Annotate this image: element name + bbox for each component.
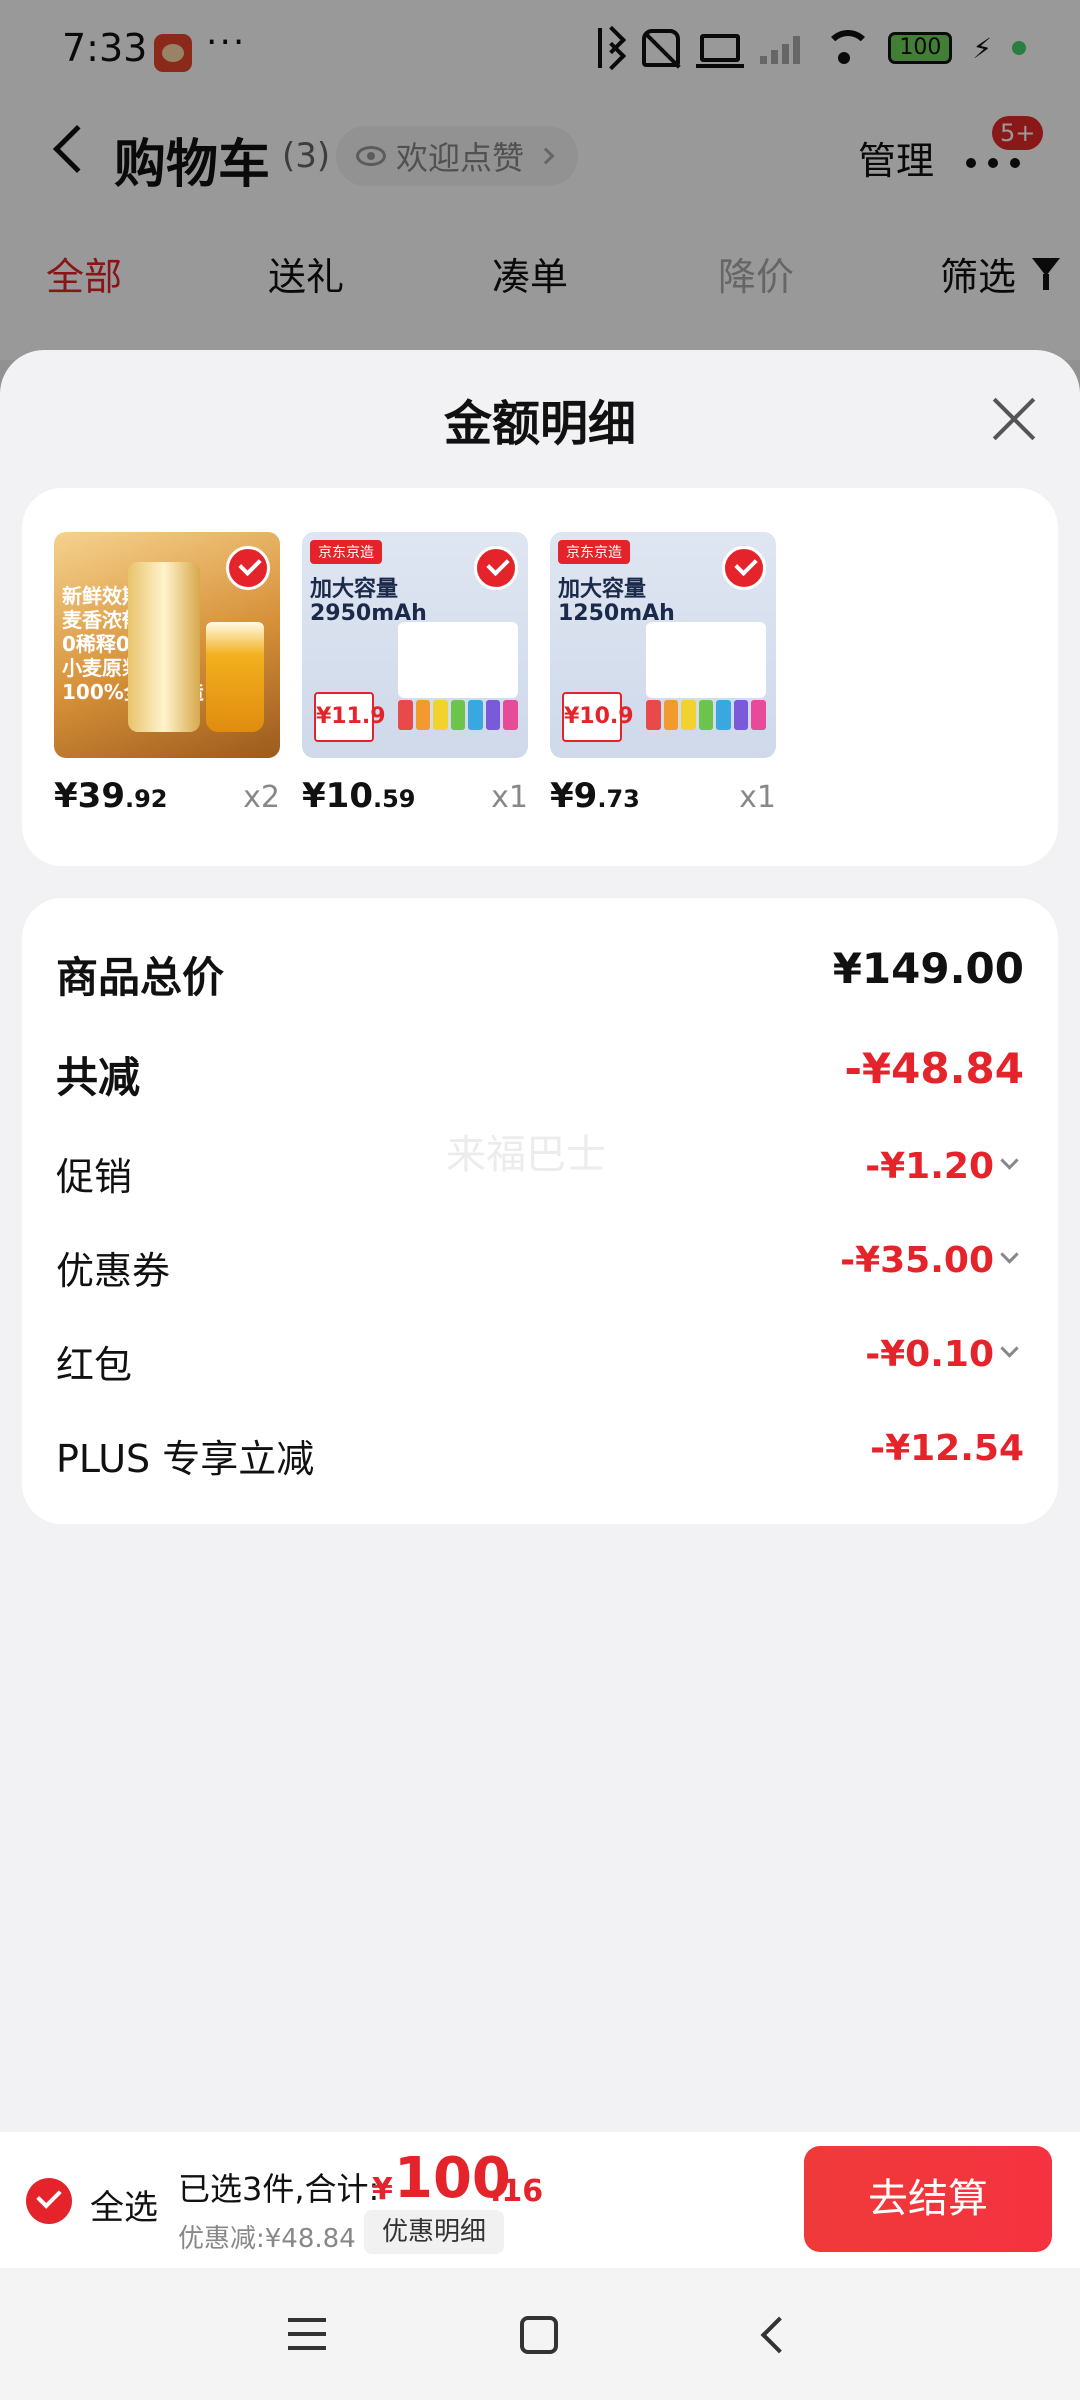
- red-packet-label: 红包: [56, 1343, 133, 1387]
- system-nav-bar: [0, 2268, 1080, 2400]
- select-all-label[interactable]: 全选: [90, 2180, 158, 2229]
- product-image: 京东京造 加大容量 2950mAh ¥11.9: [302, 532, 528, 758]
- product-price: ¥10.59: [302, 776, 416, 816]
- discount-details-button[interactable]: 优惠明细: [364, 2210, 505, 2254]
- price-summary-card: 商品总价 ¥149.00 共减 -¥48.84 来福巴士 促销 -¥1.20 优…: [22, 898, 1058, 1524]
- selected-check-icon: [722, 546, 766, 590]
- checkout-button[interactable]: 去结算: [804, 2146, 1052, 2252]
- back-nav-icon[interactable]: [760, 2316, 798, 2354]
- price-decimal: .59: [372, 785, 416, 813]
- selected-check-icon: [226, 546, 270, 590]
- beer-can-icon: [128, 562, 200, 732]
- checkout-bar: 全选 已选3件,合计: ¥ 100 .16 优惠减:¥48.84 优惠明细 去结…: [0, 2132, 1080, 2268]
- recent-apps-icon[interactable]: [288, 2318, 326, 2350]
- battery-box-icon: [398, 622, 518, 698]
- plus-discount-row: PLUS 专享立减 -¥12.54: [56, 1428, 1024, 1488]
- coupon-label: 优惠券: [56, 1249, 171, 1293]
- discount-summary: 优惠减:¥48.84: [178, 2224, 356, 2254]
- battery-cells-icon: [646, 700, 767, 730]
- promotion-amount: -¥1.20: [865, 1146, 994, 1187]
- coupon-row[interactable]: 优惠券 -¥35.00: [56, 1240, 1024, 1300]
- product-image-text: 加大容量 2950mAh: [310, 577, 427, 626]
- price-integer: ¥39: [54, 776, 125, 816]
- plus-discount-label: PLUS 专享立减: [56, 1437, 315, 1481]
- plus-discount-amount: -¥12.54: [870, 1428, 1024, 1469]
- coupon-amount: -¥35.00: [840, 1240, 994, 1281]
- goods-total-row: 商品总价 ¥149.00: [56, 944, 1024, 1004]
- product-item[interactable]: 新鲜效期 麦香浓郁 0稀释0勾兑 小麦原浆13°P 100%全麦酿造 ¥39.9…: [54, 532, 280, 816]
- product-image: 新鲜效期 麦香浓郁 0稀释0勾兑 小麦原浆13°P 100%全麦酿造: [54, 532, 280, 758]
- product-item[interactable]: 京东京造 加大容量 1250mAh ¥10.9 ¥9.73 x1: [550, 532, 776, 816]
- total-reduction-amount: -¥48.84: [844, 1044, 1024, 1093]
- brand-label: 京东京造: [558, 540, 630, 564]
- product-image: 京东京造 加大容量 1250mAh ¥10.9: [550, 532, 776, 758]
- chevron-down-icon[interactable]: [1000, 1339, 1019, 1358]
- red-packet-row[interactable]: 红包 -¥0.10: [56, 1334, 1024, 1394]
- sheet-title: 金额明细: [443, 396, 636, 452]
- price-decimal: .92: [124, 785, 168, 813]
- promotion-row[interactable]: 促销 -¥1.20: [56, 1146, 1024, 1206]
- close-icon[interactable]: [990, 396, 1036, 442]
- goods-total-label: 商品总价: [56, 953, 225, 1002]
- total-reduction-label: 共减: [56, 1053, 141, 1102]
- battery-box-icon: [646, 622, 766, 698]
- product-image-text: 加大容量 1250mAh: [558, 577, 675, 626]
- chevron-down-icon[interactable]: [1000, 1151, 1019, 1170]
- red-packet-amount: -¥0.10: [865, 1334, 994, 1375]
- price-decimal: .73: [597, 785, 640, 813]
- total-decimal: .16: [490, 2174, 544, 2209]
- price-integer: ¥10: [302, 776, 373, 816]
- product-item[interactable]: 京东京造 加大容量 2950mAh ¥11.9 ¥10.59 x1: [302, 532, 528, 816]
- amount-details-sheet: 金额明细 新鲜效期 麦香浓郁 0稀释0勾兑 小麦原浆13°P 100%全麦酿造 …: [0, 350, 1080, 2400]
- total-reduction-row: 共减 -¥48.84: [56, 1044, 1024, 1104]
- selected-products-card: 新鲜效期 麦香浓郁 0稀释0勾兑 小麦原浆13°P 100%全麦酿造 ¥39.9…: [22, 488, 1058, 866]
- promotion-label: 促销: [56, 1155, 133, 1199]
- select-all-checkbox[interactable]: [26, 2178, 72, 2224]
- selected-summary: 已选3件,合计:: [178, 2170, 380, 2208]
- total-currency: ¥: [372, 2172, 393, 2207]
- selected-check-icon: [474, 546, 518, 590]
- price-tag-badge: ¥10.9: [562, 692, 634, 742]
- price-integer: ¥9: [550, 776, 598, 816]
- product-quantity: x2: [243, 780, 280, 815]
- home-icon[interactable]: [520, 2316, 558, 2354]
- goods-total-amount: ¥149.00: [832, 944, 1024, 993]
- product-quantity: x1: [739, 780, 776, 815]
- brand-label: 京东京造: [310, 540, 382, 564]
- product-quantity: x1: [491, 780, 528, 815]
- price-tag-badge: ¥11.9: [314, 692, 386, 742]
- battery-cells-icon: [398, 700, 519, 730]
- chevron-down-icon[interactable]: [1000, 1245, 1019, 1264]
- product-price: ¥39.92: [54, 776, 168, 816]
- product-price: ¥9.73: [550, 776, 640, 816]
- beer-glass-icon: [206, 622, 264, 732]
